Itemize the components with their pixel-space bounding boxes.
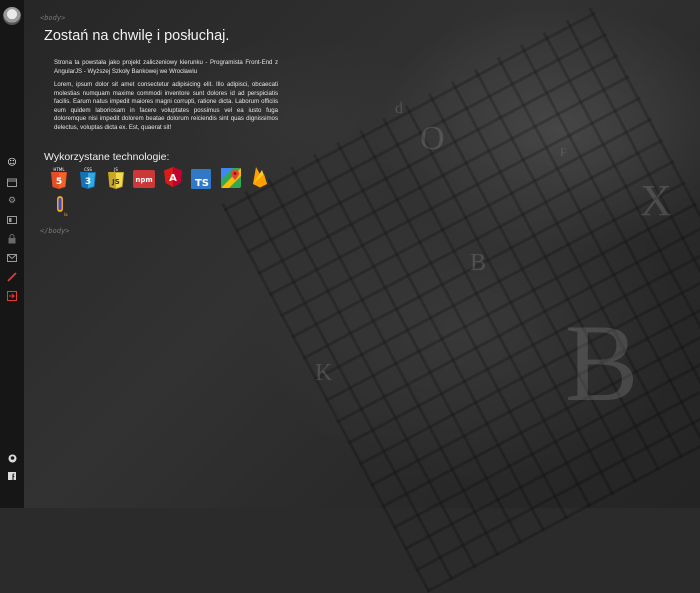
page-title: Zostań na chwilę i posłuchaj. [44, 28, 230, 44]
mail-icon[interactable] [6, 252, 18, 264]
sign-out-icon[interactable] [6, 290, 18, 302]
decor-glyph: d [395, 100, 403, 117]
decor-glyph: K [315, 360, 333, 386]
github-icon[interactable] [6, 452, 18, 464]
calendar-icon[interactable] [6, 176, 18, 188]
svg-text:HTML: HTML [53, 167, 65, 172]
google-maps-icon [221, 167, 241, 189]
svg-text:A: A [169, 173, 177, 184]
decor-glyph: F [560, 145, 567, 159]
svg-text:JS: JS [113, 167, 118, 172]
svg-text:TS: TS [195, 178, 209, 189]
smiley-icon[interactable]: ☺ [6, 157, 18, 169]
angular-icon: A [163, 166, 183, 188]
bootstrap-icon: lab [52, 193, 68, 217]
firebase-icon [250, 166, 270, 188]
background-image: O d B B X K F [0, 0, 700, 593]
technologies-heading: Wykorzystane technologie: [44, 151, 170, 163]
js-icon: JS JS [106, 167, 126, 189]
lock-icon[interactable] [6, 233, 18, 245]
id-card-icon[interactable] [6, 214, 18, 226]
pencil-icon[interactable] [6, 271, 18, 283]
gear-icon[interactable]: ⚙ [6, 195, 18, 207]
sidebar: ☺ ⚙ [0, 0, 24, 508]
npm-icon: npm [133, 168, 155, 190]
svg-text:npm: npm [135, 176, 152, 184]
svg-text:5: 5 [56, 177, 62, 187]
logo-avatar[interactable] [3, 7, 21, 25]
lorem-paragraph: Lorem, ipsum dolor sit amet consectetur … [54, 81, 278, 131]
svg-text:CSS: CSS [84, 167, 92, 172]
intro-paragraph: Strona ta powstała jako projekt zaliczen… [54, 59, 278, 75]
decor-glyph: O [420, 120, 445, 157]
svg-text:lab: lab [64, 212, 68, 217]
code-decoration-close: </body> [40, 227, 70, 235]
typescript-icon: TS [191, 168, 211, 190]
css3-icon: CSS 3 [78, 167, 98, 189]
svg-text:JS: JS [111, 178, 120, 186]
svg-text:3: 3 [85, 177, 91, 187]
html5-icon: HTML 5 [49, 167, 69, 189]
decor-glyph: B [565, 302, 639, 424]
code-decoration-open: <body> [40, 14, 66, 22]
decor-glyph: X [640, 176, 672, 225]
decor-glyph: B [470, 250, 487, 276]
facebook-icon[interactable] [6, 470, 18, 482]
